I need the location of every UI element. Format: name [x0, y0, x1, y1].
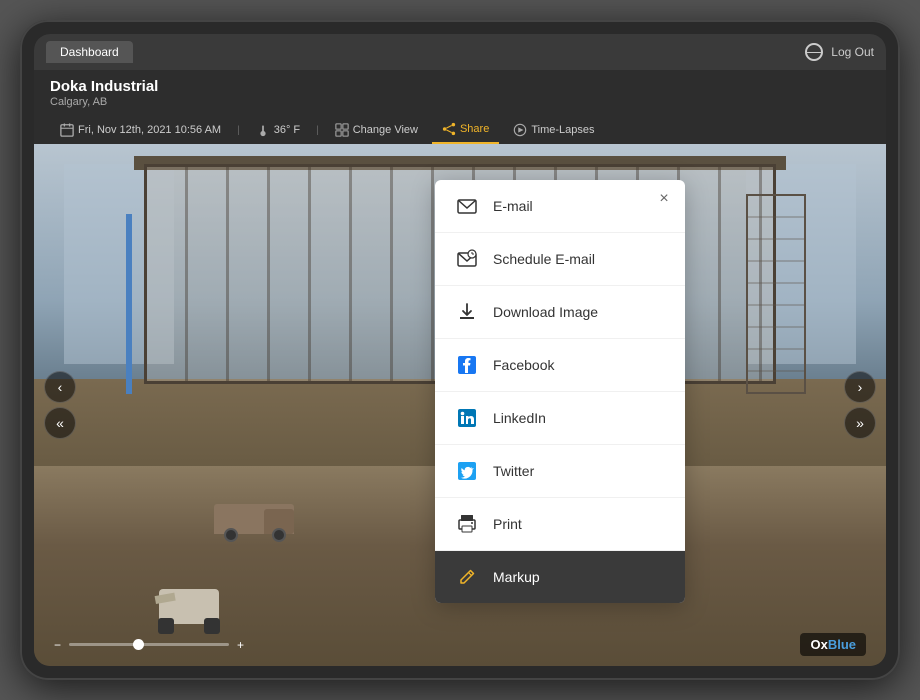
zoom-minus[interactable]: −	[54, 638, 61, 652]
prev-single-button[interactable]: ‹	[44, 371, 76, 403]
share-print-label: Print	[493, 516, 522, 532]
share-icon	[442, 122, 456, 136]
skid-steer	[154, 586, 224, 636]
change-view-label: Change View	[353, 124, 418, 136]
share-download-item[interactable]: Download Image	[435, 286, 685, 339]
bottom-bar: − + Ox Blue	[54, 633, 866, 656]
facebook-icon	[455, 353, 479, 377]
prev-double-button[interactable]: «	[44, 407, 76, 439]
logo-ox: Ox	[810, 637, 827, 652]
temperature-display: 36° F	[274, 124, 300, 136]
toolbar: Fri, Nov 12th, 2021 10:56 AM | 36° F |	[50, 116, 870, 144]
share-markup-item[interactable]: Markup	[435, 551, 685, 603]
share-linkedin-item[interactable]: LinkedIn	[435, 392, 685, 445]
share-dropdown: × E-mail	[435, 180, 685, 603]
download-icon	[455, 300, 479, 324]
zoom-thumb	[133, 639, 144, 650]
schedule-email-icon	[455, 247, 479, 271]
share-label: Share	[460, 123, 489, 135]
top-bar-right: Log Out	[805, 43, 874, 61]
linkedin-icon	[455, 406, 479, 430]
separator-1: |	[235, 125, 242, 136]
share-print-item[interactable]: Print	[435, 498, 685, 551]
close-dropdown-button[interactable]: ×	[653, 188, 675, 210]
main-content: ‹ « › » − +	[34, 144, 886, 666]
logo-blue: Blue	[828, 637, 856, 652]
grid-icon	[335, 123, 349, 137]
share-twitter-label: Twitter	[493, 463, 534, 479]
project-location: Calgary, AB	[50, 96, 870, 108]
logout-button[interactable]: Log Out	[831, 45, 874, 59]
share-email-item[interactable]: E-mail	[435, 180, 685, 233]
share-markup-label: Markup	[493, 569, 540, 585]
scaffolding	[746, 194, 806, 394]
share-facebook-label: Facebook	[493, 357, 554, 373]
timelapses-button[interactable]: Time-Lapses	[503, 117, 604, 143]
separator-2: |	[314, 125, 321, 136]
toolbar-date: Fri, Nov 12th, 2021 10:56 AM	[50, 117, 231, 143]
skid-wheel-right	[204, 618, 220, 634]
globe-icon	[805, 43, 823, 61]
truck	[214, 501, 294, 546]
share-schedule-email-label: Schedule E-mail	[493, 251, 595, 267]
zoom-bar: − +	[54, 638, 244, 652]
header: Doka Industrial Calgary, AB Fri, Nov 12t…	[34, 70, 886, 144]
zoom-plus[interactable]: +	[237, 638, 244, 652]
skid-wheel-left	[158, 618, 174, 634]
nav-arrow-right: › »	[844, 371, 876, 439]
truck-wheel-left	[224, 528, 238, 542]
share-facebook-item[interactable]: Facebook	[435, 339, 685, 392]
date-display: Fri, Nov 12th, 2021 10:56 AM	[78, 124, 221, 136]
share-button[interactable]: Share	[432, 116, 499, 144]
zoom-track[interactable]	[69, 643, 229, 646]
share-twitter-item[interactable]: Twitter	[435, 445, 685, 498]
share-email-label: E-mail	[493, 198, 533, 214]
tablet-screen: Dashboard Log Out Doka Industrial Calgar…	[34, 34, 886, 666]
site-background: ‹ « › » − +	[34, 144, 886, 666]
browser-tab[interactable]: Dashboard	[46, 41, 133, 63]
print-icon	[455, 512, 479, 536]
share-schedule-email-item[interactable]: Schedule E-mail	[435, 233, 685, 286]
next-double-button[interactable]: »	[844, 407, 876, 439]
oxblue-logo: Ox Blue	[800, 633, 866, 656]
markup-icon	[455, 565, 479, 589]
share-download-label: Download Image	[493, 304, 598, 320]
toolbar-temperature: 36° F	[246, 117, 310, 143]
timelapses-label: Time-Lapses	[531, 124, 594, 136]
tablet-frame: Dashboard Log Out Doka Industrial Calgar…	[20, 20, 900, 680]
next-single-button[interactable]: ›	[844, 371, 876, 403]
nav-arrow-left: ‹ «	[44, 371, 76, 439]
play-icon	[513, 123, 527, 137]
calendar-icon	[60, 123, 74, 137]
share-linkedin-label: LinkedIn	[493, 410, 546, 426]
browser-top-bar: Dashboard Log Out	[34, 34, 886, 70]
thermometer-icon	[256, 123, 270, 137]
project-name: Doka Industrial	[50, 78, 870, 95]
truck-wheel-right	[272, 528, 286, 542]
change-view-button[interactable]: Change View	[325, 117, 428, 143]
email-icon	[455, 194, 479, 218]
twitter-icon	[455, 459, 479, 483]
